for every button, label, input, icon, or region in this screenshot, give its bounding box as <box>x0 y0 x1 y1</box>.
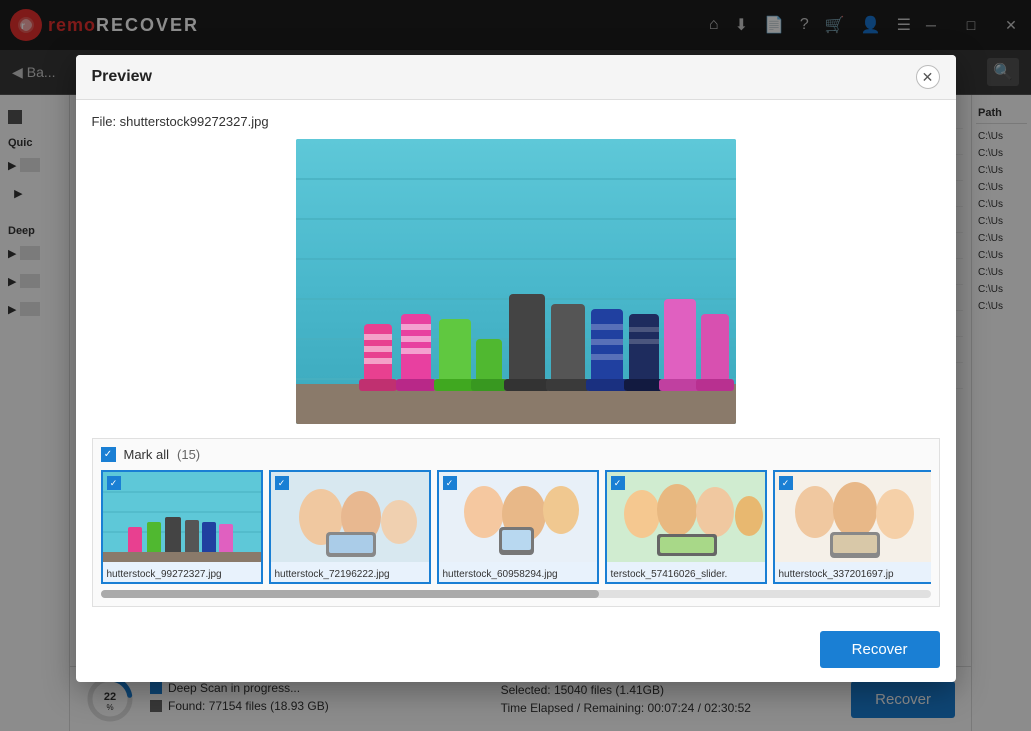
thumb-label-3: hutterstock_60958294.jpg <box>439 567 597 582</box>
modal-header: Preview ✕ <box>76 55 956 100</box>
thumbnail-2[interactable]: ✓ hutterstock_72196222.jpg <box>269 470 431 584</box>
thumb-check-4: ✓ <box>611 476 625 490</box>
thumbnail-1[interactable]: ✓ <box>101 470 263 584</box>
mark-all-row: ✓ Mark all (15) <box>101 447 931 462</box>
thumb-label-5: hutterstock_337201697.jp <box>775 567 931 582</box>
thumbnail-4[interactable]: ✓ terstock_57416026_slider. <box>605 470 767 584</box>
mark-all-label: Mark all <box>124 447 170 462</box>
thumb-check-3: ✓ <box>443 476 457 490</box>
thumbnail-section: ✓ Mark all (15) ✓ <box>92 438 940 607</box>
thumb-check-1: ✓ <box>107 476 121 490</box>
recover-button-modal[interactable]: Recover <box>820 631 940 668</box>
scrollbar-thumb <box>101 590 599 598</box>
modal-footer: Recover <box>76 621 956 682</box>
thumb-label-2: hutterstock_72196222.jpg <box>271 567 429 582</box>
modal-close-button[interactable]: ✕ <box>916 65 940 89</box>
thumbnail-3[interactable]: ✓ hutterstock_60958294.jpg <box>437 470 599 584</box>
thumb-label-1: hutterstock_99272327.jpg <box>103 567 261 582</box>
thumbnails-row: ✓ <box>101 470 931 584</box>
thumb-label-4: terstock_57416026_slider. <box>607 567 765 582</box>
thumb-check-2: ✓ <box>275 476 289 490</box>
preview-modal: Preview ✕ File: shutterstock99272327.jpg <box>76 55 956 682</box>
thumb-check-5: ✓ <box>779 476 793 490</box>
modal-overlay: Preview ✕ File: shutterstock99272327.jpg <box>0 0 1031 731</box>
thumbnail-scrollbar[interactable] <box>101 590 931 598</box>
mark-all-count: (15) <box>177 447 200 462</box>
mark-all-checkbox[interactable]: ✓ <box>101 447 116 462</box>
file-label: File: shutterstock99272327.jpg <box>92 114 940 129</box>
modal-body: File: shutterstock99272327.jpg <box>76 100 956 621</box>
modal-title: Preview <box>92 68 152 86</box>
thumbnail-5[interactable]: ✓ hutterstock_337201697.jp <box>773 470 931 584</box>
preview-image <box>296 139 736 424</box>
preview-image-area <box>92 139 940 424</box>
